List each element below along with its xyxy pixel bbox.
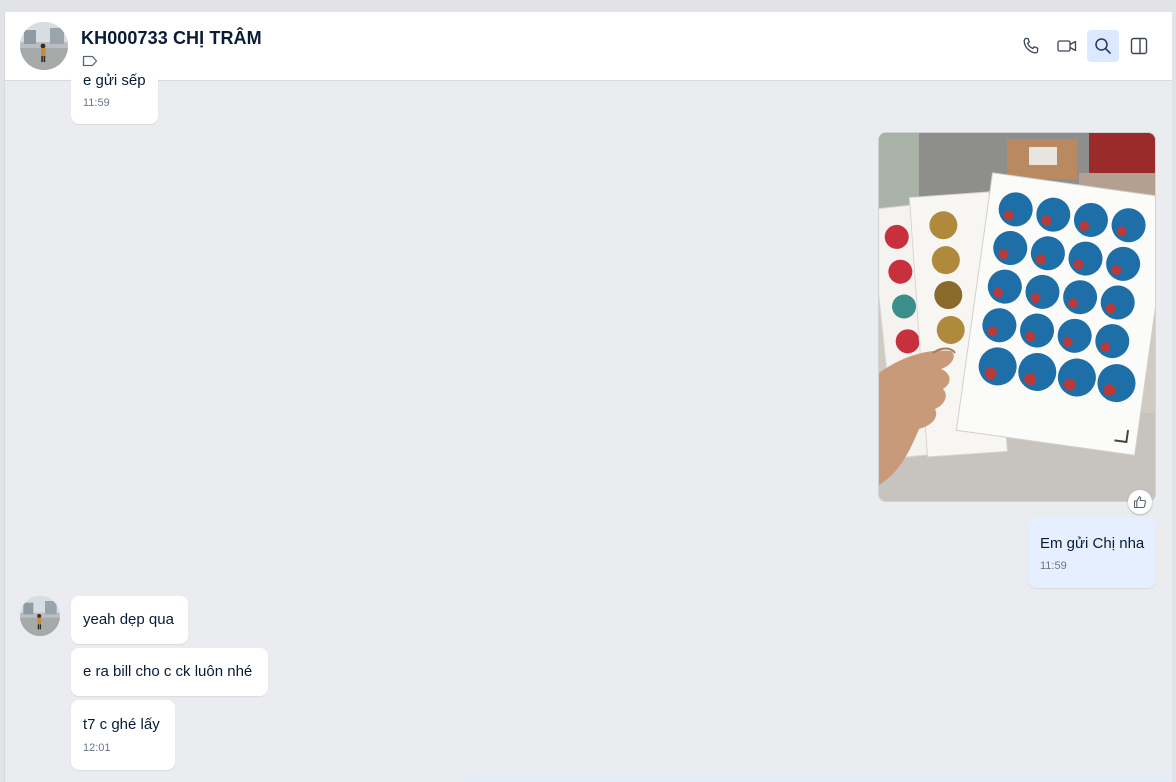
video-call-icon <box>1057 40 1077 52</box>
video-call-button[interactable] <box>1051 30 1083 62</box>
message-bubble-incoming[interactable]: e gửi sếp 11:59 <box>71 72 158 124</box>
message-bubble-incoming[interactable]: t7 c ghé lấy 12:01 <box>71 700 175 770</box>
chat-window: KH000733 CHỊ TRÂM e gửi sếp 11:59 Em gửi… <box>4 12 1172 782</box>
search-button[interactable] <box>1087 30 1119 62</box>
message-text: e ra bill cho c ck luôn nhé <box>83 663 253 680</box>
thumbs-up-icon <box>1133 496 1146 509</box>
chat-header: KH000733 CHỊ TRÂM <box>5 12 1172 81</box>
message-bubble-incoming[interactable]: yeah dẹp qua <box>71 596 188 644</box>
toggle-side-panel-button[interactable] <box>1123 30 1155 62</box>
message-time: 11:59 <box>1040 560 1067 572</box>
sent-photo[interactable] <box>878 132 1156 502</box>
message-text: e gửi sếp <box>83 72 146 89</box>
voice-call-button[interactable] <box>1015 30 1047 62</box>
phone-icon <box>1023 37 1039 54</box>
message-bubble-outgoing[interactable]: Em gửi Chị nha 11:59 <box>1028 518 1156 588</box>
message-text: Em gửi Chị nha <box>1040 535 1145 552</box>
sender-avatar[interactable] <box>20 596 60 636</box>
search-icon <box>1095 38 1111 54</box>
sticker-sheets-photo <box>879 133 1155 501</box>
reaction-button[interactable] <box>1128 490 1152 514</box>
contact-avatar[interactable] <box>20 22 68 70</box>
conversation-title: KH000733 CHỊ TRÂM <box>81 28 262 48</box>
composer-edge <box>463 774 1172 782</box>
tag-icon[interactable] <box>82 55 98 67</box>
message-text: t7 c ghé lấy <box>83 716 160 733</box>
message-text: yeah dẹp qua <box>83 611 174 628</box>
side-panel-icon <box>1130 37 1148 55</box>
message-bubble-incoming[interactable]: e ra bill cho c ck luôn nhé <box>71 648 268 696</box>
message-time: 12:01 <box>83 742 111 754</box>
message-time: 11:59 <box>83 97 110 109</box>
